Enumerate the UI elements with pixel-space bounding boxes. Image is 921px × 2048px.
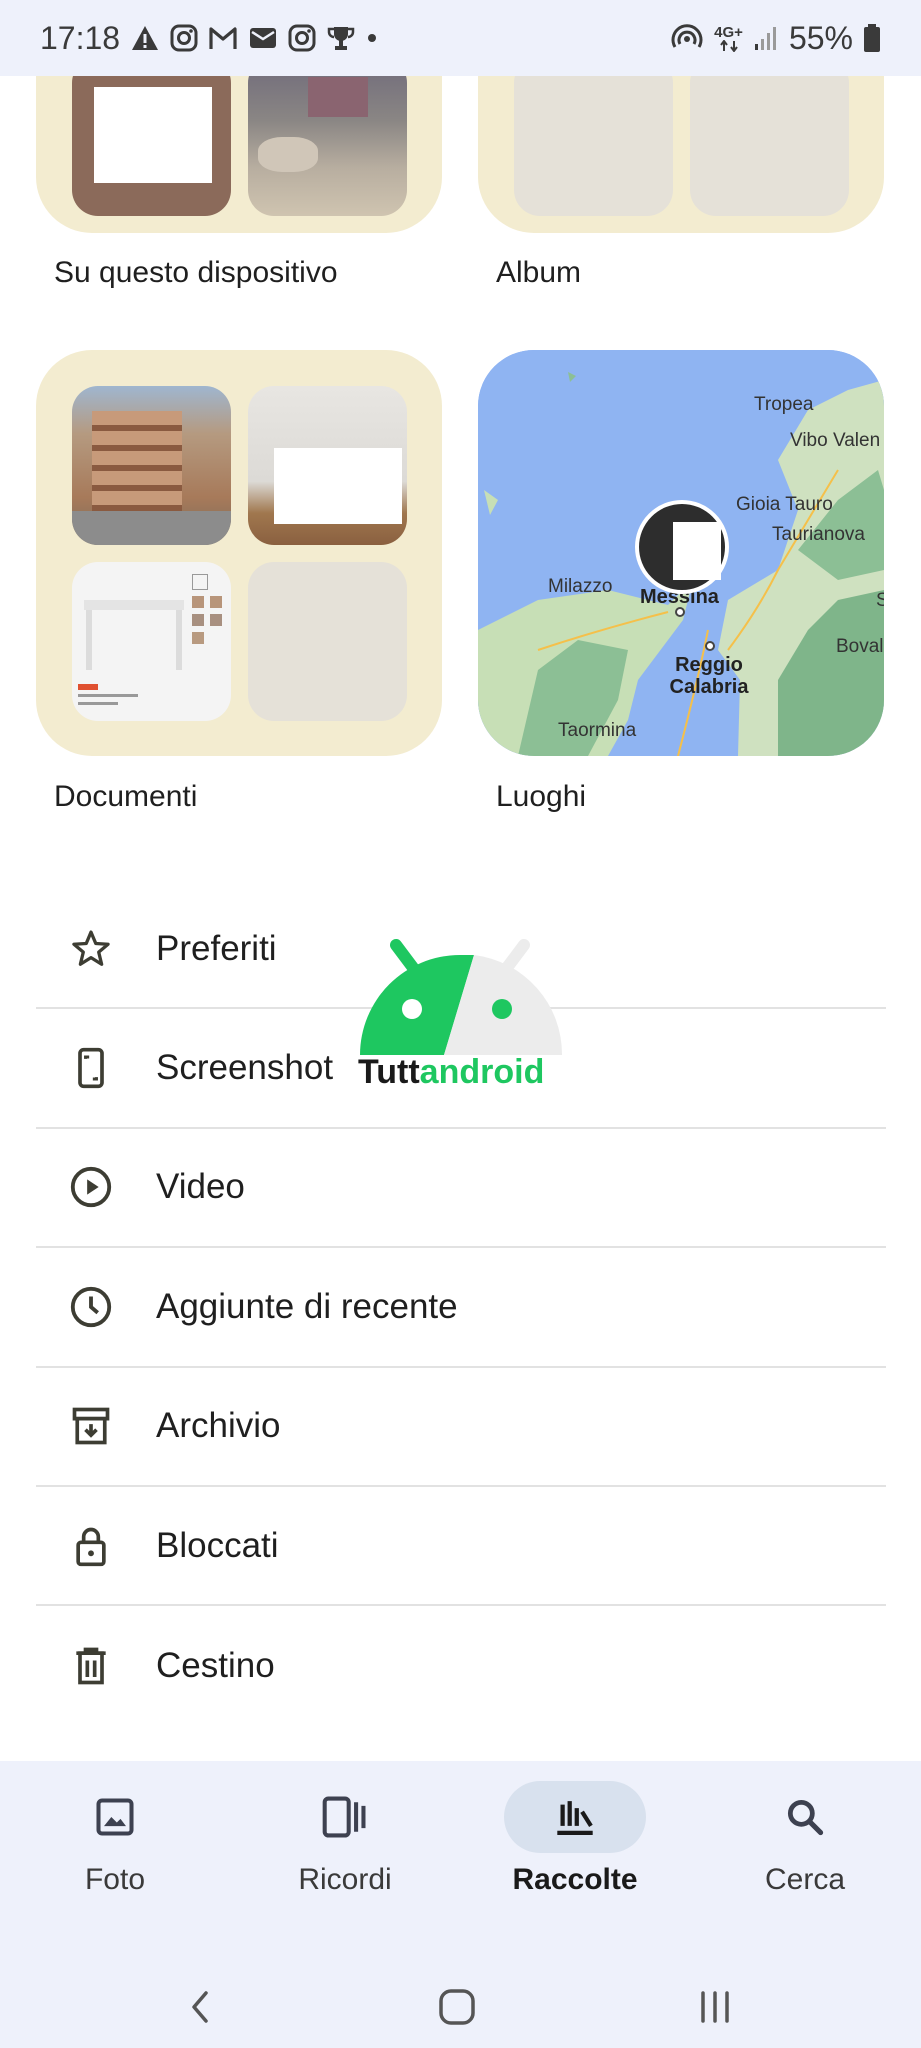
system-navigation-bar <box>0 1967 921 2047</box>
map-label-taormina: Taormina <box>558 720 637 741</box>
device-thumb-2 <box>248 57 407 216</box>
map-label-milazzo: Milazzo <box>548 576 613 597</box>
nav-ricordi[interactable]: Ricordi <box>245 1781 445 1897</box>
tuttoandroid-watermark: Tuttandroid <box>356 935 566 1095</box>
list-label: Video <box>156 1167 245 1207</box>
list-label: Aggiunte di recente <box>156 1286 458 1326</box>
nav-foto[interactable]: Foto <box>15 1781 215 1897</box>
map-label-reggio-calabria: Reggio Calabria <box>669 654 749 698</box>
documents-thumb-empty <box>248 562 407 721</box>
list-label: Archivio <box>156 1406 281 1446</box>
nav-cerca[interactable]: Cerca <box>705 1781 905 1897</box>
documents-thumb-building <box>72 386 231 545</box>
nav-label: Cerca <box>764 1863 846 1896</box>
collection-tile-documents[interactable] <box>36 350 442 756</box>
collections-icon <box>504 1781 646 1853</box>
warning-icon <box>130 24 160 52</box>
map-label-boval: Boval <box>836 636 884 657</box>
star-icon <box>36 927 156 971</box>
nav-label: Raccolte <box>512 1863 638 1896</box>
trash-icon <box>36 1644 156 1688</box>
back-button[interactable] <box>160 1967 240 2047</box>
list-label: Preferiti <box>156 928 277 968</box>
map-label-tropea: Tropea <box>754 394 814 415</box>
list-item-cestino[interactable]: Cestino <box>36 1606 886 1725</box>
nav-label: Ricordi <box>298 1863 392 1896</box>
list-item-video[interactable]: Video <box>36 1129 886 1249</box>
instagram-icon-2 <box>288 24 316 52</box>
instagram-icon <box>170 24 198 52</box>
album-thumb-1 <box>514 57 673 216</box>
map-label-s: S <box>876 590 884 611</box>
documents-thumb-table <box>72 562 231 721</box>
list-label: Screenshot <box>156 1048 334 1088</box>
redaction-box <box>274 448 402 524</box>
photo-icon <box>44 1781 186 1853</box>
list-label: Cestino <box>156 1646 275 1686</box>
gmail-icon <box>208 25 238 51</box>
network-type: 4G+ <box>714 25 743 52</box>
nav-label: Foto <box>84 1863 146 1896</box>
map-label-taurianova: Taurianova <box>772 524 865 545</box>
map-label-vibo: Vibo Valen <box>790 430 881 451</box>
play-icon <box>36 1164 156 1210</box>
redaction-box <box>673 522 721 580</box>
bottom-navigation: Foto Ricordi Raccolte Cerca <box>0 1761 921 2048</box>
list-label: Bloccati <box>156 1525 279 1565</box>
archive-icon <box>36 1404 156 1448</box>
hotspot-icon <box>670 23 704 53</box>
device-thumb-1 <box>72 57 231 216</box>
map-label-gioia-tauro: Gioia Tauro <box>736 494 833 515</box>
battery-icon <box>863 23 881 53</box>
list-item-archivio[interactable]: Archivio <box>36 1368 886 1487</box>
lock-icon <box>36 1524 156 1568</box>
status-time: 17:18 <box>40 19 121 56</box>
screenshot-icon <box>36 1046 156 1090</box>
recents-button[interactable] <box>675 1967 755 2047</box>
collection-label-device: Su questo dispositivo <box>54 256 338 289</box>
memories-icon <box>274 1781 416 1853</box>
trophy-icon <box>326 24 356 52</box>
collection-label-places: Luoghi <box>496 780 587 813</box>
mail-icon <box>248 25 278 51</box>
redaction-box <box>94 87 212 183</box>
list-item-recenti[interactable]: Aggiunte di recente <box>36 1248 886 1368</box>
search-icon <box>734 1781 876 1853</box>
album-thumb-2 <box>690 57 849 216</box>
documents-thumb-panel <box>248 386 407 545</box>
android-logo-icon <box>360 939 563 1055</box>
collection-label-album: Album <box>496 256 582 289</box>
clock-icon <box>36 1284 156 1330</box>
status-bar: 17:18 4G+ 55% <box>0 0 921 76</box>
list-item-bloccati[interactable]: Bloccati <box>36 1487 886 1607</box>
signal-icon <box>753 24 779 52</box>
battery-level: 55% <box>788 19 853 56</box>
dot-icon <box>366 32 378 44</box>
nav-raccolte[interactable]: Raccolte <box>475 1781 675 1897</box>
collection-tile-places[interactable]: Tropea Vibo Valen Gioia Tauro Taurianova… <box>478 350 884 756</box>
watermark-text: Tuttandroid <box>358 1053 545 1091</box>
home-button[interactable] <box>417 1967 497 2047</box>
location-avatar <box>635 500 729 594</box>
collection-label-documents: Documenti <box>54 780 198 813</box>
